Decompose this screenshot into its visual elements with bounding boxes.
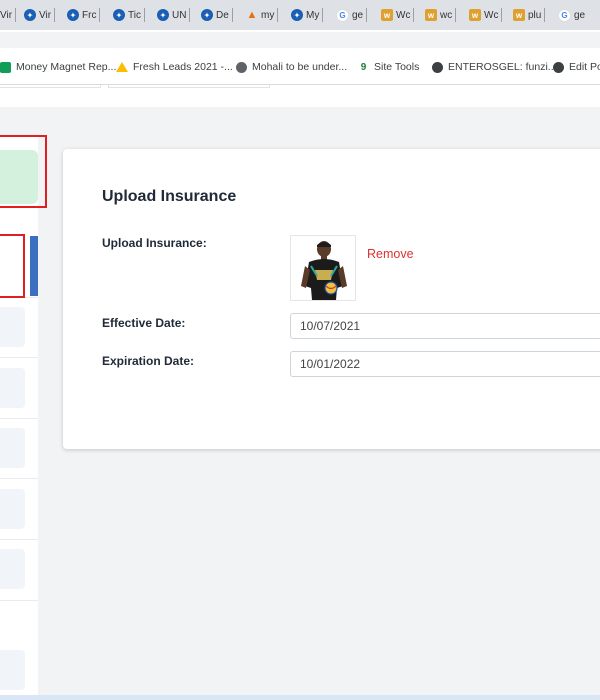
upload-insurance-card: Upload Insurance Upload Insurance: Remov… bbox=[63, 149, 600, 449]
page-header bbox=[0, 85, 600, 107]
globe-icon: ✦ bbox=[291, 9, 303, 21]
browser-tab[interactable]: ✦ Vir bbox=[24, 6, 56, 24]
effective-date-label: Effective Date: bbox=[102, 316, 186, 330]
tab-label: Frc bbox=[82, 9, 97, 21]
bookmark-item[interactable]: Mohali to be under... bbox=[236, 61, 347, 73]
globe-icon: ✦ bbox=[201, 9, 213, 21]
upload-insurance-label: Upload Insurance: bbox=[102, 236, 207, 250]
browser-tab[interactable]: Vir bbox=[0, 6, 17, 24]
tab-label: ge bbox=[574, 9, 586, 21]
browser-tab[interactable]: Gge bbox=[558, 6, 585, 24]
globe-icon: ✦ bbox=[67, 9, 79, 21]
site-tools-icon: 9 bbox=[358, 61, 369, 73]
dark-globe-icon bbox=[553, 61, 564, 73]
tab-label: UN bbox=[172, 9, 187, 21]
remove-link[interactable]: Remove bbox=[367, 247, 414, 261]
sidebar bbox=[0, 137, 38, 700]
globe-icon: ✦ bbox=[113, 9, 125, 21]
google-icon: G bbox=[336, 8, 349, 22]
annotation-box bbox=[0, 234, 25, 298]
tab-label: Vir bbox=[39, 9, 52, 21]
sidebar-divider bbox=[0, 539, 38, 540]
sidebar-divider bbox=[0, 478, 38, 479]
sidebar-item[interactable] bbox=[0, 549, 25, 589]
bookmark-item[interactable]: 9 Site Tools bbox=[358, 61, 419, 73]
card-title: Upload Insurance bbox=[102, 188, 237, 205]
tab-label: wc bbox=[440, 9, 453, 21]
bookmark-label: Edit Po bbox=[569, 61, 600, 73]
dark-globe-icon bbox=[432, 61, 443, 73]
bookmark-item[interactable]: Edit Po bbox=[553, 61, 600, 73]
tab-label: plu bbox=[528, 9, 542, 21]
sidebar-item[interactable] bbox=[0, 650, 25, 690]
tab-label: My bbox=[306, 9, 320, 21]
bookmark-label: Fresh Leads 2021 -... bbox=[133, 61, 233, 73]
bottom-bar bbox=[0, 695, 600, 700]
bookmark-label: Site Tools bbox=[374, 61, 420, 73]
browser-tab[interactable]: ✦ Tic bbox=[113, 6, 145, 24]
drive-icon bbox=[116, 62, 128, 72]
browser-tab[interactable]: w wc bbox=[425, 6, 457, 24]
address-bar-area bbox=[0, 30, 600, 52]
browser-tab[interactable]: w plu bbox=[513, 6, 546, 24]
tab-label: my bbox=[261, 9, 275, 21]
browser-tab[interactable]: ▲ my bbox=[246, 6, 279, 24]
effective-date-input[interactable] bbox=[290, 313, 600, 339]
globe-icon: ✦ bbox=[24, 9, 36, 21]
wolf-icon: w bbox=[425, 9, 437, 21]
bookmark-item[interactable]: Money Magnet Rep... bbox=[0, 61, 116, 73]
wolf-icon: w bbox=[469, 9, 481, 21]
tab-label: De bbox=[216, 9, 229, 21]
expiration-date-label: Expiration Date: bbox=[102, 354, 195, 368]
tab-label: Wc bbox=[396, 9, 411, 21]
person-photo-icon bbox=[291, 236, 355, 300]
sidebar-item[interactable] bbox=[0, 428, 25, 468]
flame-icon: ▲ bbox=[246, 9, 258, 21]
sheets-icon bbox=[0, 61, 11, 73]
bookmark-item[interactable]: Fresh Leads 2021 -... bbox=[116, 61, 233, 73]
header-control[interactable] bbox=[108, 85, 270, 88]
tab-label: Wc bbox=[484, 9, 499, 21]
globe-icon bbox=[236, 61, 247, 73]
header-control[interactable] bbox=[0, 85, 101, 88]
sidebar-item[interactable] bbox=[0, 489, 25, 529]
browser-tab[interactable]: w Wc bbox=[469, 6, 503, 24]
sidebar-item[interactable] bbox=[0, 307, 25, 347]
tab-label: ge bbox=[352, 9, 364, 21]
bookmarks-bar: Money Magnet Rep... Fresh Leads 2021 -..… bbox=[0, 52, 600, 85]
bookmark-item[interactable]: ENTEROSGEL: funzi... bbox=[432, 61, 557, 73]
wolf-icon: w bbox=[513, 9, 525, 21]
browser-tab[interactable]: Gge bbox=[336, 6, 368, 24]
browser-tab[interactable]: ✦ De bbox=[201, 6, 233, 24]
browser-tab[interactable]: ✦ Frc bbox=[67, 6, 101, 24]
google-icon: G bbox=[558, 8, 571, 22]
address-bar[interactable] bbox=[0, 32, 600, 48]
sidebar-item[interactable] bbox=[0, 368, 25, 408]
expiration-date-input[interactable] bbox=[290, 351, 600, 377]
tab-label: Tic bbox=[128, 9, 141, 21]
insurance-thumbnail[interactable] bbox=[290, 235, 356, 301]
browser-tab[interactable]: ✦ My bbox=[291, 6, 324, 24]
browser-tab[interactable]: w Wc bbox=[381, 6, 415, 24]
globe-icon: ✦ bbox=[157, 9, 169, 21]
browser-tab[interactable]: ✦ UN bbox=[157, 6, 191, 24]
browser-tab-strip: Vir ✦ Vir ✦ Frc ✦ Tic ✦ UN ✦ De ▲ my ✦ My Gge w… bbox=[0, 0, 600, 30]
wolf-icon: w bbox=[381, 9, 393, 21]
sidebar-divider bbox=[0, 357, 38, 358]
bookmark-label: ENTEROSGEL: funzi... bbox=[448, 61, 557, 73]
annotation-box bbox=[0, 135, 47, 208]
sidebar-selection-marker bbox=[30, 236, 38, 296]
tab-label: Vir bbox=[0, 9, 13, 21]
bookmark-label: Mohali to be under... bbox=[252, 61, 348, 73]
sidebar-divider bbox=[0, 418, 38, 419]
sidebar-divider bbox=[0, 600, 38, 601]
bookmark-label: Money Magnet Rep... bbox=[16, 61, 117, 73]
